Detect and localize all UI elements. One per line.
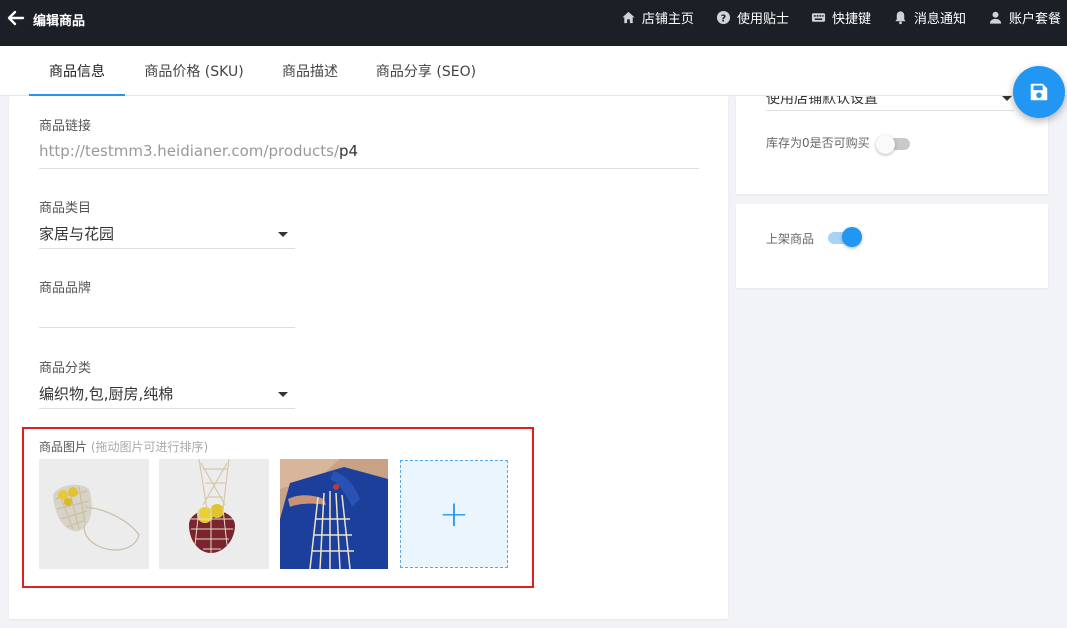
product-link-label: 商品链接 xyxy=(39,119,92,134)
nav-store-home[interactable]: 店铺主页 xyxy=(621,8,694,27)
zero-stock-toggle[interactable] xyxy=(876,132,914,154)
product-category-select[interactable]: 家居与花园 xyxy=(39,223,114,244)
add-image-button[interactable]: + xyxy=(400,460,508,568)
product-link-underline xyxy=(39,168,699,169)
bell-icon xyxy=(895,11,906,25)
nav-label: 店铺主页 xyxy=(641,12,694,27)
product-images-title: 商品图片 xyxy=(39,440,88,454)
nav-tips[interactable]: ? 使用贴士 xyxy=(716,8,789,27)
home-icon xyxy=(622,11,635,24)
product-image-thumb[interactable] xyxy=(159,459,269,569)
arrow-left-icon xyxy=(7,10,25,26)
inventory-settings-card: 使用店铺默认设置 库存为0是否可购买 xyxy=(736,96,1048,194)
product-brand-underline xyxy=(39,327,295,328)
product-images-label: 商品图片 (拖动图片可进行排序) xyxy=(39,438,208,455)
product-image-thumb[interactable] xyxy=(39,459,149,569)
product-image xyxy=(159,459,269,569)
product-category-underline xyxy=(39,248,295,249)
nav-label: 快捷键 xyxy=(831,12,871,27)
product-brand-input[interactable] xyxy=(39,304,295,324)
nav-label: 使用贴士 xyxy=(736,12,789,27)
nav-shortcuts[interactable]: 快捷键 xyxy=(811,8,871,27)
product-image-thumb[interactable] xyxy=(280,459,388,569)
product-image xyxy=(39,459,149,569)
category-chevron-down-icon[interactable] xyxy=(278,232,288,237)
stock-setting-chevron-down-icon[interactable] xyxy=(1002,96,1012,101)
help-circle-icon: ? xyxy=(716,10,730,24)
tab-product-info[interactable]: 商品信息 xyxy=(29,46,125,96)
back-button[interactable] xyxy=(6,8,26,28)
product-link-prefix: http://testmm3.heidianer.com/products/ xyxy=(39,142,340,160)
product-classification-label: 商品分类 xyxy=(39,361,92,376)
save-icon xyxy=(1030,83,1048,101)
plus-icon: + xyxy=(438,493,470,535)
nav-notifications[interactable]: 消息通知 xyxy=(893,8,966,27)
nav-account[interactable]: 账户套餐 xyxy=(988,8,1061,27)
tab-product-price-sku[interactable]: 商品价格 (SKU) xyxy=(135,46,253,96)
keyboard-icon xyxy=(811,13,826,22)
toggle-knob xyxy=(876,135,895,154)
publish-toggle[interactable] xyxy=(824,226,862,247)
product-images-section: 商品图片 (拖动图片可进行排序) + xyxy=(22,427,534,588)
stock-setting-underline xyxy=(766,110,1014,111)
nav-label: 消息通知 xyxy=(913,12,966,27)
publish-card: 上架商品 xyxy=(736,204,1048,288)
product-image xyxy=(280,459,388,569)
product-classification-underline xyxy=(39,408,295,409)
tab-product-share-seo[interactable]: 商品分享 (SEO) xyxy=(366,46,486,96)
publish-label: 上架商品 xyxy=(766,232,815,246)
classification-chevron-down-icon[interactable] xyxy=(278,392,288,397)
product-link-slug: p4 xyxy=(339,142,359,160)
save-button[interactable] xyxy=(1013,66,1065,118)
page-title: 编辑商品 xyxy=(33,14,86,29)
nav-label: 账户套餐 xyxy=(1008,12,1061,27)
product-classification-select[interactable]: 编织物,包,厨房,纯棉 xyxy=(39,383,173,404)
stock-setting-select[interactable]: 使用店铺默认设置 xyxy=(766,96,878,108)
tabs-bar: 商品信息 商品价格 (SKU) 商品描述 商品分享 (SEO) xyxy=(0,46,1067,96)
product-brand-label: 商品品牌 xyxy=(39,281,92,296)
top-nav: 店铺主页 ? 使用贴士 快捷键 消息通知 账户套餐 xyxy=(599,8,1061,27)
toggle-knob xyxy=(842,227,862,247)
product-images-hint: (拖动图片可进行排序) xyxy=(90,440,209,454)
tab-product-description[interactable]: 商品描述 xyxy=(272,46,348,96)
product-link-field[interactable]: http://testmm3.heidianer.com/products/p4 xyxy=(39,142,358,160)
zero-stock-label: 库存为0是否可购买 xyxy=(766,136,870,150)
top-bar: 编辑商品 店铺主页 ? 使用贴士 快捷键 消息通知 账户套餐 xyxy=(0,0,1067,46)
svg-text:?: ? xyxy=(721,13,726,24)
user-icon xyxy=(989,11,1002,24)
product-category-label: 商品类目 xyxy=(39,201,92,216)
